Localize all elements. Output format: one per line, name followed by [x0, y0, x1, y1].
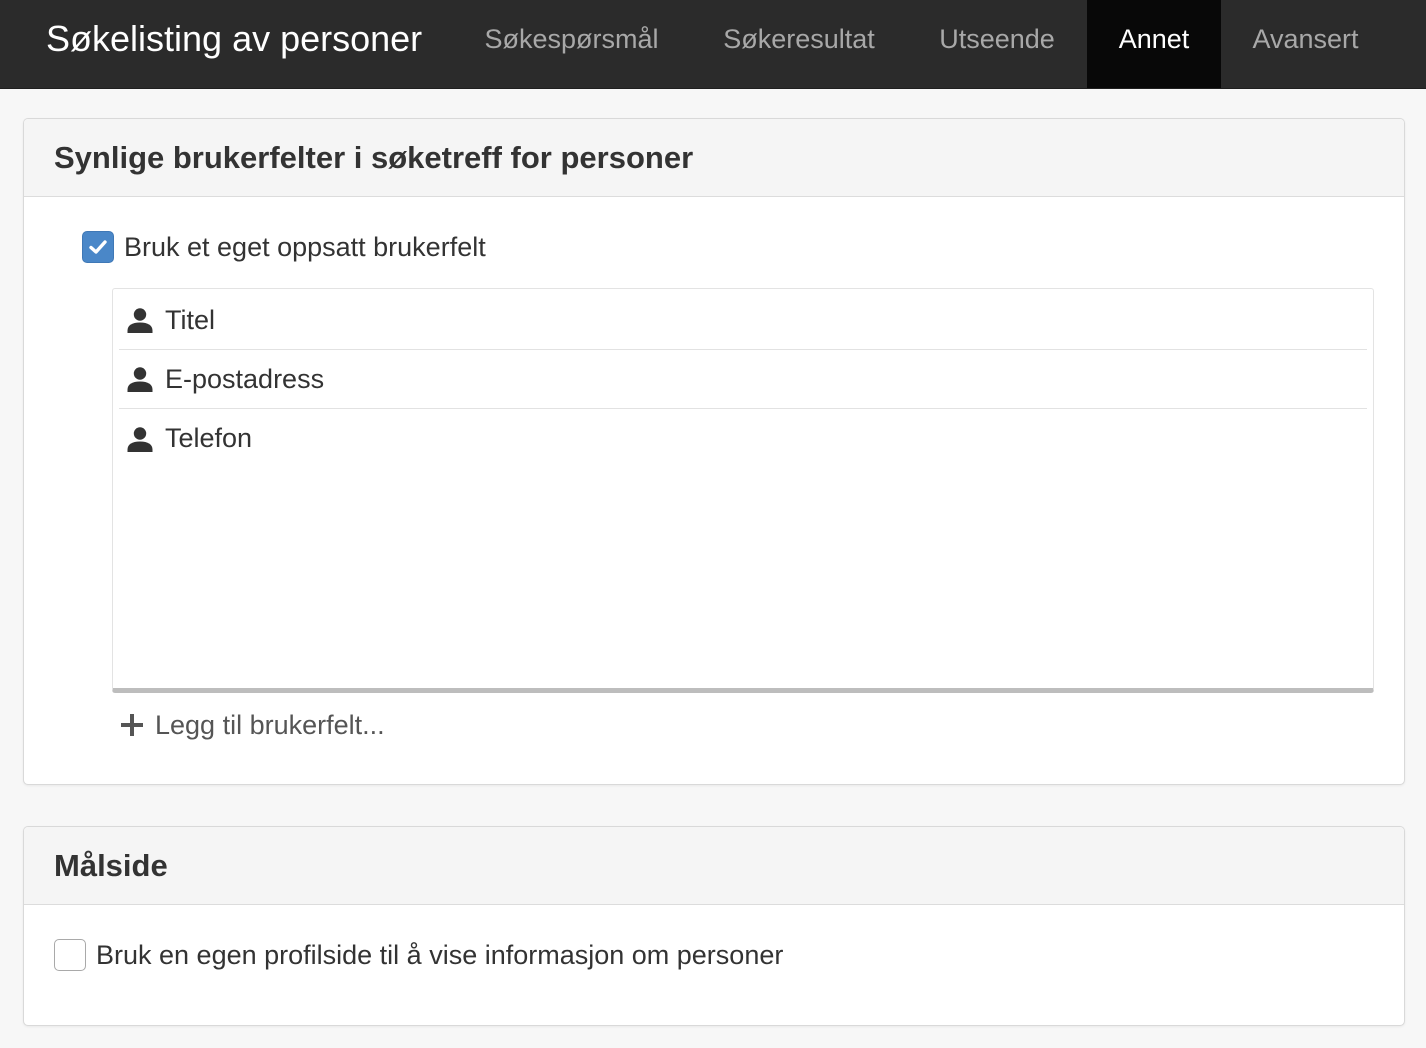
custom-field-option[interactable]: Bruk et eget oppsatt brukerfelt: [82, 230, 486, 264]
add-user-field-button[interactable]: Legg til brukerfelt...: [120, 707, 385, 743]
app-title: Søkelisting av personer: [46, 18, 423, 59]
field-label: E-postadress: [165, 363, 325, 394]
plus-icon: [121, 714, 143, 736]
tab-other[interactable]: Annet: [1087, 0, 1221, 88]
field-label: Titel: [165, 304, 216, 335]
user-field-list: Titel E-postadress Telefon: [112, 288, 1374, 693]
user-icon: [127, 308, 153, 333]
custom-field-label: Bruk et eget oppsatt brukerfelt: [124, 231, 486, 262]
user-icon: [127, 426, 153, 452]
top-navigation-bar: Søkelisting av personer Søkespørsmål Søk…: [0, 0, 1426, 89]
tab-search-questions[interactable]: Søkespørsmål: [452, 0, 691, 88]
tab-advanced[interactable]: Avansert: [1221, 0, 1390, 88]
profile-page-option[interactable]: Bruk en egen profilside til å vise infor…: [54, 938, 783, 972]
panel-heading: Målside: [24, 827, 1404, 905]
profile-page-label: Bruk en egen profilside til å vise infor…: [96, 939, 784, 970]
visible-fields-panel: Synlige brukerfelter i søketreff for per…: [23, 118, 1405, 785]
custom-field-checkbox[interactable]: [82, 231, 114, 263]
profile-page-checkbox[interactable]: [54, 939, 86, 971]
checkmark-icon: [89, 240, 107, 254]
user-icon: [127, 367, 153, 392]
panel-title: Målside: [54, 848, 168, 883]
tab-appearance[interactable]: Utseende: [907, 0, 1087, 88]
list-item-field[interactable]: Titel: [119, 291, 1367, 350]
tab-search-results[interactable]: Søkeresultat: [691, 0, 907, 88]
list-item-field[interactable]: E-postadress: [119, 350, 1367, 409]
panel-heading: Synlige brukerfelter i søketreff for per…: [24, 119, 1404, 197]
add-user-field-label: Legg til brukerfelt...: [155, 709, 385, 740]
panel-title: Synlige brukerfelter i søketreff for per…: [54, 140, 694, 175]
field-label: Telefon: [165, 423, 253, 453]
target-page-panel: Målside Bruk en egen profilside til å vi…: [23, 826, 1405, 1026]
list-item-field[interactable]: Telefon: [119, 409, 1367, 468]
